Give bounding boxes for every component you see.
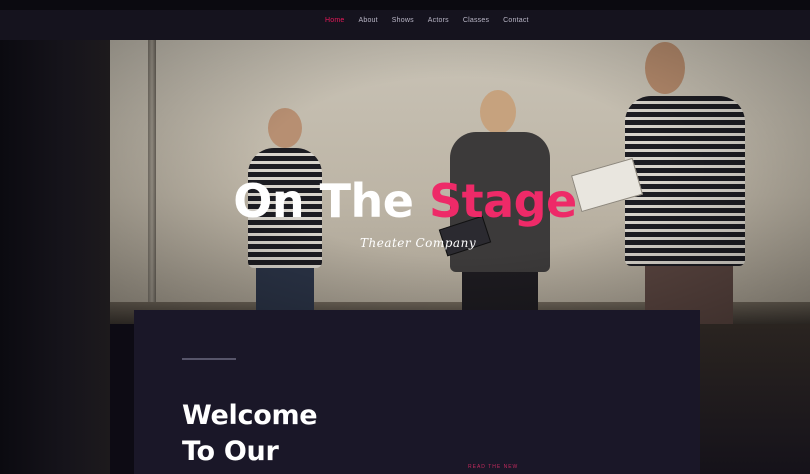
hero-title-pink: Stage xyxy=(428,174,577,228)
nav-item-actors[interactable]: Actors xyxy=(428,17,449,24)
hero-title-white: On The xyxy=(233,174,429,228)
lower-right-background xyxy=(700,324,810,474)
nav-item-shows[interactable]: Shows xyxy=(392,17,414,24)
nav-item-contact[interactable]: Contact xyxy=(503,17,529,24)
welcome-line-2: To Our xyxy=(182,436,279,467)
hero-subtitle: Theater Company xyxy=(360,236,477,250)
card-tag-link[interactable]: READ THE NEW xyxy=(468,464,518,470)
website-page: Home About Shows Actors Classes Contact xyxy=(0,0,810,474)
top-strip xyxy=(0,0,810,10)
actor-left-head xyxy=(268,108,302,148)
nav-item-home[interactable]: Home xyxy=(325,17,344,24)
main-menu: Home About Shows Actors Classes Contact xyxy=(325,17,529,24)
nav-item-about[interactable]: About xyxy=(358,17,377,24)
stage-curtain xyxy=(0,40,110,474)
actor-right-head xyxy=(645,42,685,94)
actor-middle-head xyxy=(480,90,516,134)
welcome-heading: Welcome To Our xyxy=(182,398,318,470)
card-divider xyxy=(182,358,236,360)
hero-title: On The Stage xyxy=(0,178,810,224)
nav-item-classes[interactable]: Classes xyxy=(463,17,489,24)
welcome-line-1: Welcome xyxy=(182,400,318,431)
welcome-card: Welcome To Our READ THE NEW xyxy=(134,310,700,474)
top-navigation-bar: Home About Shows Actors Classes Contact xyxy=(0,0,810,40)
